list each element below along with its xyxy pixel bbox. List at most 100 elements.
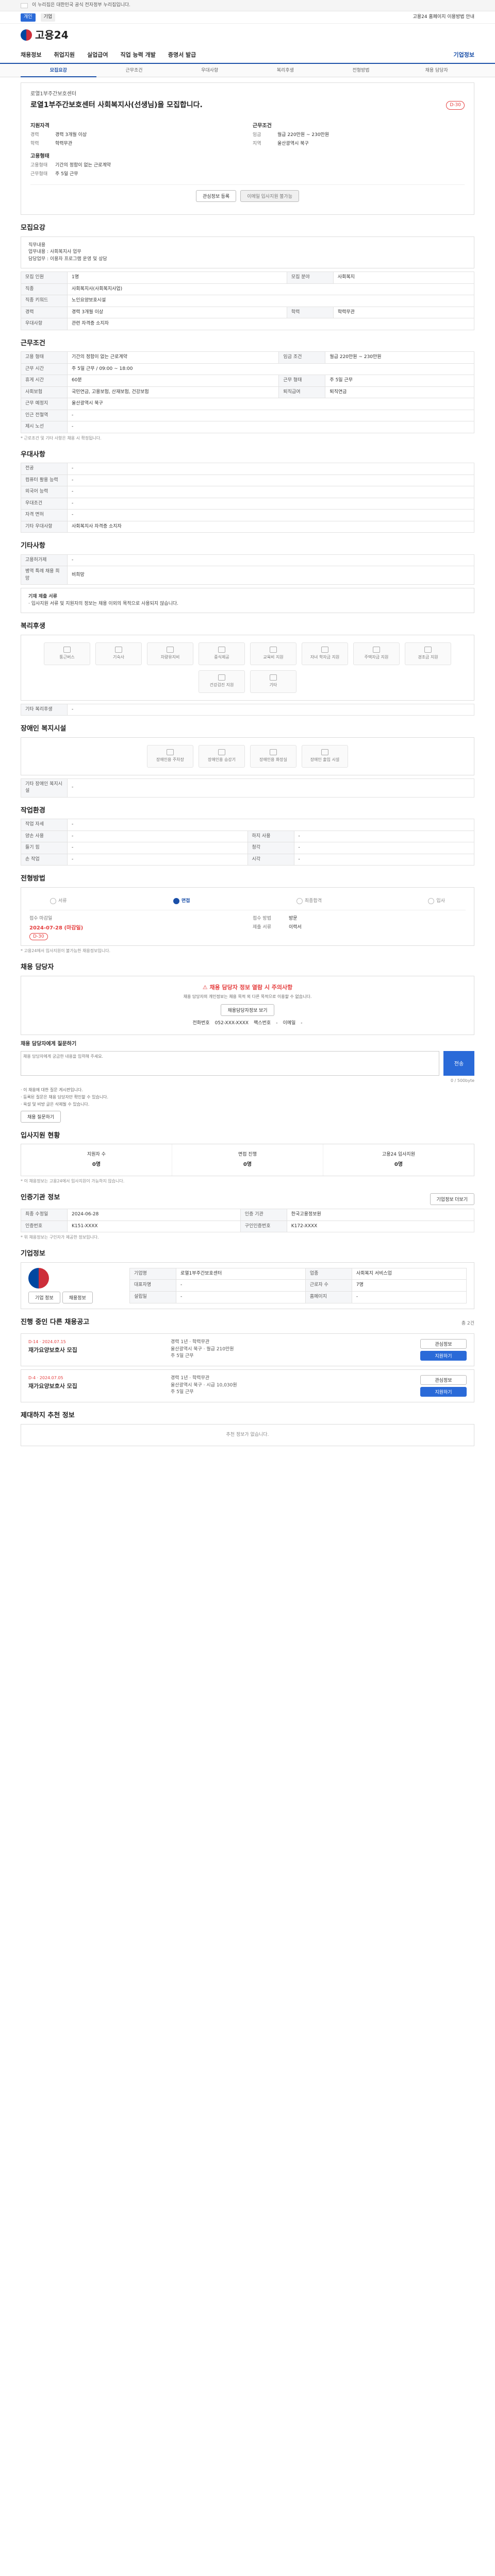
job-card-title[interactable]: 재가요양보호사 모집: [28, 1382, 162, 1391]
row-value: 주 5일 근무 / 09:00 ~ 18:00: [67, 363, 474, 375]
table-row: 전공 -: [21, 463, 474, 475]
row-label: 최종 수정일: [21, 1209, 68, 1221]
process-title: 전형방법: [21, 875, 45, 883]
employment-heading: 고용형태: [30, 154, 50, 159]
job-card-meta-line: 주 5일 근무: [171, 1353, 194, 1359]
section-tab[interactable]: 전형방법: [323, 64, 399, 77]
section-tab[interactable]: 근무조건: [96, 64, 172, 77]
welfare-extra: -: [67, 703, 474, 716]
row-value: K172-XXXX: [286, 1220, 475, 1232]
job-card-scrap-button[interactable]: 관심정보: [420, 1339, 467, 1349]
row-label: 기업명: [129, 1267, 176, 1280]
job-card-apply-button[interactable]: 지원하기: [420, 1351, 467, 1361]
facility-item: 장애인용 주차장: [147, 744, 193, 768]
work-title: 근무조건: [21, 339, 45, 347]
job-card-meta-line: 경력 1년 · 학력무관: [171, 1376, 210, 1381]
section-tab[interactable]: 채용 담당자: [399, 64, 474, 77]
job-card-scrap-button[interactable]: 관심정보: [420, 1375, 467, 1385]
job-card-main: D-4 · 2024.07.05 재가요양보호사 모집: [28, 1375, 162, 1397]
phone-label: 전화번호: [192, 1021, 210, 1026]
disabled-title: 장애인 복지시설: [21, 725, 67, 733]
row-label: 자격 면허: [21, 509, 68, 521]
row-value: 월급 220만원 ~ 230만원: [325, 351, 474, 364]
row-value: 울산광역시 북구: [67, 398, 474, 410]
tab-personal[interactable]: 개인: [21, 13, 36, 22]
work-section: 근무조건 고용 형태 기간의 정함이 없는 근로계약 임금 조건 월급 220만원 ~…: [21, 338, 474, 442]
row-label: 모집 인원: [21, 272, 68, 284]
nav-item[interactable]: 직업 능력 개발: [120, 51, 155, 60]
nav-item[interactable]: 실업급여: [87, 51, 108, 60]
row-label: 전공: [21, 463, 68, 475]
table-row: 고용허가제 -: [21, 554, 474, 566]
status-box: 지원자 수 0명 면접 진행 0명 고용24 입사지원 0명: [21, 1144, 474, 1176]
welfare-item-icon: [218, 674, 225, 681]
method-label: 접수 방법: [253, 916, 271, 921]
apply-button[interactable]: 이메일 입사지원 불가능: [240, 190, 299, 202]
section-tab[interactable]: 모집요강: [21, 64, 96, 77]
summary-key: 고용형태: [30, 163, 48, 168]
row-value: -: [293, 830, 474, 842]
row-label: 컴퓨터 활용 능력: [21, 474, 68, 486]
nav-item[interactable]: 증명서 발급: [168, 51, 196, 60]
row-label: 경력: [21, 306, 68, 318]
row-label: 퇴직급여: [278, 386, 326, 398]
company-jobs-button[interactable]: 채용정보: [62, 1291, 93, 1303]
row-label: 근무 시간: [21, 363, 68, 375]
row-value: -: [67, 497, 474, 510]
facility-item-label: 장애인용 주차장: [156, 757, 185, 762]
company-section: 기업정보 기업 정보 채용정보 기업명 로열1부주간보호센터 업종 사회복지 서비스업…: [21, 1249, 474, 1309]
welfare-item-icon: [270, 647, 277, 653]
row-label: 모집 분야: [286, 272, 334, 284]
tab-company[interactable]: 기업: [40, 13, 56, 22]
info-more-button[interactable]: 기업정보 더보기: [430, 1193, 474, 1205]
nav-company[interactable]: 기업정보: [454, 51, 474, 60]
table-row: 휴게 시간 60분 근무 형태 주 5일 근무: [21, 375, 474, 387]
summary-row: 경력 경력 3개월 이상: [30, 132, 242, 139]
job-card-title[interactable]: 재가요양보호사 모집: [28, 1346, 162, 1355]
row-label: 직종: [21, 283, 68, 295]
qa-send-button[interactable]: 전송: [443, 1050, 474, 1076]
view-contact-button[interactable]: 채용담당자정보 보기: [221, 1004, 274, 1016]
row-value: -: [176, 1279, 306, 1292]
section-tab[interactable]: 복리후생: [248, 64, 323, 77]
row-value: -: [176, 1291, 306, 1303]
warning-icon: ⚠: [202, 984, 210, 991]
welfare-item-label: 차량유지비: [160, 655, 180, 659]
table-row: 우대조건 -: [21, 497, 474, 510]
nav-item[interactable]: 채용정보: [21, 51, 41, 60]
summary-key: 임금: [253, 132, 261, 138]
section-tab[interactable]: 우대사항: [172, 64, 248, 77]
welfare-item-label: 중식제공: [214, 655, 229, 659]
scrap-button[interactable]: 관심정보 등록: [196, 190, 237, 202]
row-value: 경력 3개월 이상: [67, 306, 287, 318]
pref-title: 우대사항: [21, 450, 45, 459]
help-link[interactable]: 고용24 홈페이지 이용방법 안내: [413, 14, 474, 21]
company-info-button[interactable]: 기업 정보: [28, 1291, 60, 1303]
nav-item[interactable]: 취업지원: [54, 51, 74, 60]
row-value: -: [293, 842, 474, 854]
logo-icon[interactable]: [21, 29, 32, 41]
row-label: 근무 예정지: [21, 398, 68, 410]
info-section: 인증기관 정보 기업정보 더보기 최종 수정일 2024-06-28 인증 기관 한국…: [21, 1193, 475, 1241]
row-label: 고용허가제: [21, 554, 68, 566]
docs-value: 이력서: [289, 924, 302, 930]
logo-text[interactable]: 고용24: [35, 27, 69, 43]
job-card-actions: 관심정보지원하기: [420, 1339, 467, 1361]
job-card: D-4 · 2024.07.05 재가요양보호사 모집 경력 1년 · 학력무관 울산…: [21, 1369, 474, 1402]
company-name[interactable]: 로열1부주간보호센터: [30, 90, 465, 98]
row-label: 청각: [247, 842, 294, 854]
step-dot-icon: [296, 898, 303, 905]
row-value: -: [67, 463, 474, 475]
row-label: 구인인증번호: [240, 1220, 287, 1232]
table-row: 고용 형태 기간의 정함이 없는 근로계약 임금 조건 월급 220만원 ~ 230만…: [21, 351, 474, 364]
job-card-apply-button[interactable]: 지원하기: [420, 1387, 467, 1397]
row-label: 휴게 시간: [21, 375, 68, 387]
guideline-item: · 이 채용에 대한 질문 게시판입니다.: [21, 1087, 83, 1092]
qa-button[interactable]: 채용 질문하기: [21, 1110, 61, 1123]
qa-input[interactable]: [21, 1050, 439, 1076]
welfare-item: 차량유지비: [147, 642, 193, 665]
welfare-item-label: 주택자금 지원: [364, 655, 389, 659]
row-value: -: [67, 486, 474, 498]
etc-notice-text: · 입사지원 서류 및 지원자의 정보는 채용 이외의 목적으로 사용되지 않습…: [28, 601, 179, 606]
row-value: -: [67, 842, 248, 854]
